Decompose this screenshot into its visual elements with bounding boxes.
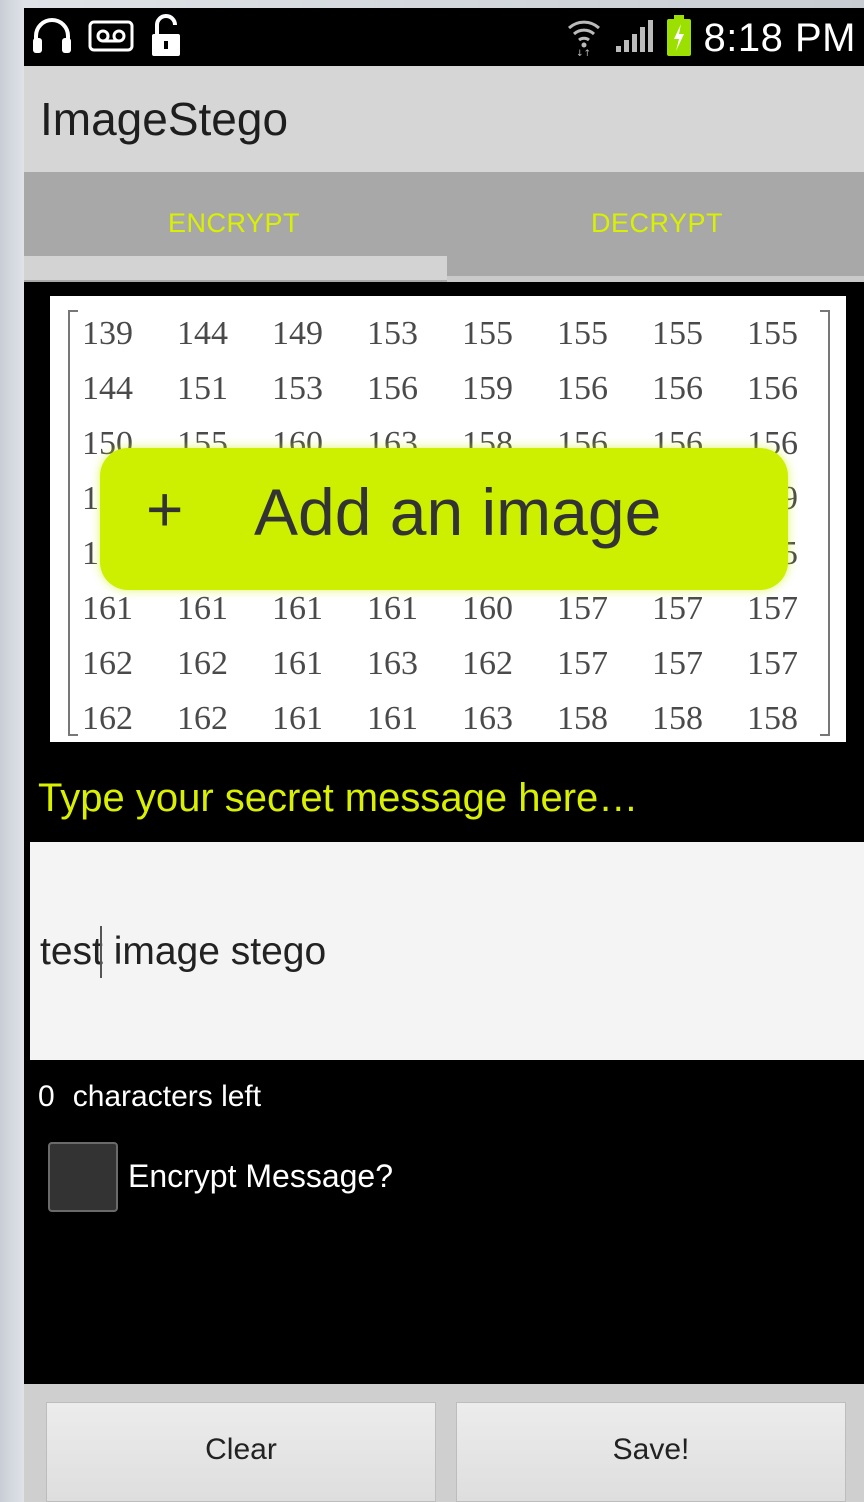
- matrix-cell: 162: [82, 645, 133, 682]
- matrix-cell: 161: [367, 700, 418, 737]
- matrix-cell: 144: [82, 370, 133, 407]
- matrix-cell: 158: [557, 700, 608, 737]
- matrix-cell: 156: [557, 370, 608, 407]
- matrix-cell: 157: [747, 645, 798, 682]
- clear-button[interactable]: Clear: [46, 1402, 436, 1502]
- tab-encrypt-label: ENCRYPT: [167, 208, 301, 238]
- matrix-cell: 156: [367, 370, 418, 407]
- matrix-cell: 163: [462, 700, 513, 737]
- matrix-cell: 162: [462, 645, 513, 682]
- status-clock: 8:18 PM: [703, 15, 856, 60]
- matrix-cell: 155: [557, 315, 608, 352]
- phone-screen: ↓↑ 8:18 PM ImageStego ENCRYPT DECRYPT 13…: [24, 8, 864, 1502]
- svg-text:↓↑: ↓↑: [576, 49, 591, 56]
- matrix-cell: 158: [652, 700, 703, 737]
- add-image-button[interactable]: + Add an image: [100, 448, 788, 590]
- app-title: ImageStego: [40, 93, 289, 145]
- add-image-label: Add an image: [254, 475, 662, 549]
- matrix-left-bracket: [68, 310, 78, 736]
- wifi-icon: ↓↑: [566, 16, 602, 61]
- encrypt-message-label[interactable]: Encrypt Message?: [128, 1158, 393, 1195]
- message-text: test image stego: [40, 930, 327, 973]
- matrix-cell: 155: [747, 315, 798, 352]
- app-title-bar: ImageStego: [24, 66, 864, 172]
- matrix-row: 162 162 161 163 162 157 157 157: [82, 636, 842, 691]
- headphones-icon: [30, 16, 74, 61]
- matrix-row: 144 151 153 156 159 156 156 156: [82, 361, 842, 416]
- matrix-row: 139 144 149 153 155 155 155 155: [82, 306, 842, 361]
- save-button-label: Save!: [612, 1433, 690, 1466]
- tab-decrypt[interactable]: DECRYPT: [447, 172, 864, 292]
- message-prompt: Type your secret message here…: [38, 776, 639, 820]
- matrix-cell: 161: [272, 700, 323, 737]
- matrix-cell: 156: [652, 370, 703, 407]
- matrix-cell: 149: [272, 315, 323, 352]
- characters-left-count: 0: [38, 1080, 55, 1113]
- unlock-icon: [148, 13, 184, 63]
- matrix-cell: 159: [462, 370, 513, 407]
- matrix-cell: 155: [652, 315, 703, 352]
- secret-message-input[interactable]: test image stego: [30, 842, 864, 1060]
- bottom-button-bar: Clear Save!: [24, 1384, 864, 1502]
- matrix-cell: 139: [82, 315, 133, 352]
- matrix-cell: 162: [177, 645, 228, 682]
- status-bar: ↓↑ 8:18 PM: [24, 8, 864, 66]
- plus-icon: +: [146, 473, 184, 545]
- matrix-cell: 163: [367, 645, 418, 682]
- matrix-cell: 162: [82, 700, 133, 737]
- tab-decrypt-label: DECRYPT: [590, 208, 724, 238]
- characters-left: 0 characters left: [38, 1080, 261, 1114]
- matrix-cell: 157: [557, 645, 608, 682]
- matrix-cell: 158: [747, 700, 798, 737]
- voicemail-icon: [88, 19, 134, 58]
- matrix-cell: 151: [177, 370, 228, 407]
- matrix-cell: 156: [747, 370, 798, 407]
- clear-button-label: Clear: [205, 1433, 277, 1466]
- selected-tab-indicator: [24, 256, 447, 280]
- matrix-cell: 144: [177, 315, 228, 352]
- characters-left-label: characters left: [72, 1080, 262, 1113]
- save-button[interactable]: Save!: [456, 1402, 846, 1502]
- signal-icon: [614, 18, 654, 59]
- tab-bar: ENCRYPT DECRYPT: [24, 172, 864, 292]
- matrix-row: 162 162 161 161 163 158 158 158: [82, 691, 842, 742]
- matrix-cell: 157: [652, 645, 703, 682]
- text-caret: [100, 926, 102, 978]
- matrix-cell: 162: [177, 700, 228, 737]
- matrix-cell: 153: [367, 315, 418, 352]
- encrypt-message-checkbox[interactable]: [48, 1142, 118, 1212]
- matrix-cell: 161: [272, 645, 323, 682]
- matrix-cell: 153: [272, 370, 323, 407]
- tab-separator: [24, 282, 864, 292]
- battery-charging-icon: [666, 14, 692, 62]
- matrix-cell: 155: [462, 315, 513, 352]
